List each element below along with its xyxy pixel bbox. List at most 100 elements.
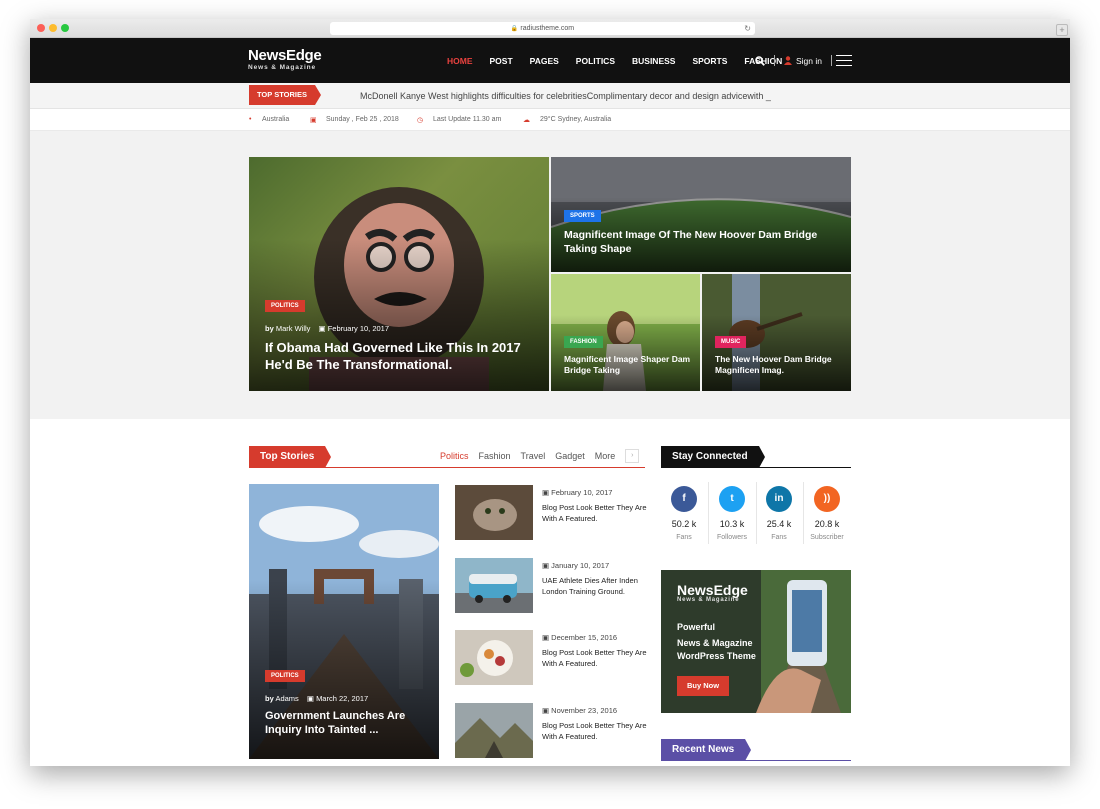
nav-item-politics[interactable]: POLITICS xyxy=(576,56,615,66)
social-count: 25.4 k xyxy=(766,519,792,529)
post-date: ▣ December 15, 2016 xyxy=(542,633,618,642)
category-tag[interactable]: POLITICS xyxy=(265,670,305,682)
hero-main-card[interactable]: POLITICS by Mark Willy ▣ February 10, 20… xyxy=(249,157,549,391)
theme-ad-banner[interactable]: NewsEdge News & Magazine Powerful News &… xyxy=(661,570,851,713)
van-thumbnail xyxy=(455,558,533,613)
last-update-text: Last Update 11.30 am xyxy=(433,116,502,123)
tab-fashion[interactable]: Fashion xyxy=(479,451,511,461)
site-logo[interactable]: NewsEdge News & Magazine xyxy=(248,47,322,71)
feature-title[interactable]: Government Launches Are Inquiry Into Tai… xyxy=(265,709,430,738)
nav-item-business[interactable]: BUSINESS xyxy=(632,56,675,66)
ad-line-2: News & Magazine xyxy=(677,638,753,648)
social-facebook[interactable]: f 50.2 k Fans xyxy=(661,486,707,541)
hero-top-right-card[interactable]: SPORTS Magnificent Image Of The New Hoov… xyxy=(551,157,851,272)
close-window-icon[interactable] xyxy=(37,24,45,32)
nav-actions: Sign in xyxy=(755,38,841,83)
cloud-icon: ☁ xyxy=(523,117,530,124)
top-stories-tabs: Politics Fashion Travel Gadget More › xyxy=(440,449,640,463)
hero-bottom-right-card[interactable]: MUSIC The New Hoover Dam Bridge Magnific… xyxy=(702,274,851,391)
post-title[interactable]: Blog Post Look Better They Are With A Fe… xyxy=(542,720,647,743)
kitten-thumbnail xyxy=(455,485,533,540)
ad-logo-title: NewsEdge xyxy=(677,582,748,598)
tab-gadget[interactable]: Gadget xyxy=(555,451,585,461)
tab-politics[interactable]: Politics xyxy=(440,451,469,461)
url-text: radiustheme.com xyxy=(520,25,575,32)
top-stories-label: TOP STORIES xyxy=(249,85,321,105)
hero-bottom-right-title[interactable]: The New Hoover Dam Bridge Magnificen Ima… xyxy=(715,354,845,376)
list-item[interactable]: ▣ November 23, 2016 Blog Post Look Bette… xyxy=(455,703,647,761)
nav-item-home[interactable]: HOME xyxy=(447,56,473,66)
section-title: Stay Connected xyxy=(661,446,765,468)
category-tag[interactable]: SPORTS xyxy=(564,210,601,222)
category-tag[interactable]: POLITICS xyxy=(265,300,305,312)
post-date: March 22, 2017 xyxy=(316,694,369,703)
browser-window: 🔒 radiustheme.com ↻ + NewsEdge News & Mag… xyxy=(30,19,1070,766)
social-label: Fans xyxy=(676,534,692,541)
logo-title: NewsEdge xyxy=(248,47,322,64)
reload-icon[interactable]: ↻ xyxy=(744,22,751,35)
hero-top-right-title[interactable]: Magnificent Image Of The New Hoover Dam … xyxy=(564,229,824,256)
facebook-icon[interactable]: f xyxy=(671,486,697,512)
hero-main-meta: by Mark Willy ▣ February 10, 2017 xyxy=(265,324,389,333)
social-linkedin[interactable]: in 25.4 k Fans xyxy=(756,486,802,541)
social-label: Fans xyxy=(771,534,787,541)
calendar-icon: ▣ xyxy=(318,324,326,333)
category-tag[interactable]: MUSIC xyxy=(715,336,747,348)
top-stories-feature-card[interactable]: POLITICS by Adams ▣ March 22, 2017 Gover… xyxy=(249,484,439,759)
post-title[interactable]: Blog Post Look Better They Are With A Fe… xyxy=(542,502,647,525)
author-name[interactable]: Adams xyxy=(275,694,298,703)
nav-item-sports[interactable]: SPORTS xyxy=(692,56,727,66)
post-title[interactable]: UAE Athlete Dies After Inden London Trai… xyxy=(542,575,647,598)
social-rss[interactable]: )) 20.8 k Subscriber xyxy=(804,486,850,541)
section-title: Top Stories xyxy=(249,446,332,468)
list-item[interactable]: ▣ January 10, 2017 UAE Athlete Dies Afte… xyxy=(455,558,645,616)
nav-item-post[interactable]: POST xyxy=(490,56,513,66)
hero-main-title[interactable]: If Obama Had Governed Like This In 2017 … xyxy=(265,340,525,374)
page-background: 🔒 radiustheme.com ↻ + NewsEdge News & Mag… xyxy=(0,0,1100,809)
tab-more[interactable]: More xyxy=(595,451,616,461)
address-bar[interactable]: 🔒 radiustheme.com ↻ xyxy=(330,22,755,35)
twitter-icon[interactable]: t xyxy=(719,486,745,512)
by-label: by xyxy=(265,694,274,703)
food-thumbnail xyxy=(455,630,533,685)
ad-line-3: WordPress Theme xyxy=(677,651,756,661)
hero-bottom-left-title[interactable]: Magnificent Image Shaper Dam Bridge Taki… xyxy=(564,354,694,376)
maximize-window-icon[interactable] xyxy=(61,24,69,32)
calendar-icon: ▣ xyxy=(542,488,552,497)
new-tab-button[interactable]: + xyxy=(1056,24,1068,36)
hamburger-menu-icon[interactable] xyxy=(836,55,852,66)
list-item[interactable]: ▣ February 10, 2017 Blog Post Look Bette… xyxy=(455,485,647,543)
calendar-icon: ▣ xyxy=(542,633,552,642)
post-date: ▣ January 10, 2017 xyxy=(542,561,610,570)
section-title: Recent News xyxy=(661,739,752,761)
location-text: Australia xyxy=(262,116,290,123)
weather-text: 29°C Sydney, Australia xyxy=(540,116,612,123)
hero-bottom-left-card[interactable]: FASHION Magnificent Image Shaper Dam Bri… xyxy=(551,274,700,391)
main-navbar: NewsEdge News & Magazine HOME POST PAGES… xyxy=(30,38,1070,83)
category-tag[interactable]: FASHION xyxy=(564,336,603,348)
breaking-news-bar: TOP STORIES McDonell Kanye West highligh… xyxy=(30,83,1070,109)
lock-icon: 🔒 xyxy=(510,26,519,32)
calendar-icon: ▣ xyxy=(542,561,552,570)
feature-meta: by Adams ▣ March 22, 2017 xyxy=(265,694,368,703)
news-ticker-text[interactable]: McDonell Kanye West highlights difficult… xyxy=(360,91,771,101)
linkedin-icon[interactable]: in xyxy=(766,486,792,512)
buy-now-button[interactable]: Buy Now xyxy=(677,676,729,696)
social-twitter[interactable]: t 10.3 k Followers xyxy=(709,486,755,541)
chevron-right-icon[interactable]: › xyxy=(625,449,640,463)
author-name[interactable]: Mark Willy xyxy=(276,324,311,333)
social-label: Subscriber xyxy=(810,534,844,541)
nav-item-pages[interactable]: PAGES xyxy=(530,56,559,66)
clock-icon: ◷ xyxy=(417,117,424,124)
image-shade xyxy=(551,314,700,391)
minimize-window-icon[interactable] xyxy=(49,24,57,32)
rss-icon[interactable]: )) xyxy=(814,486,840,512)
post-title[interactable]: Blog Post Look Better They Are With A Fe… xyxy=(542,647,647,670)
list-item[interactable]: ▣ December 15, 2016 Blog Post Look Bette… xyxy=(455,630,647,688)
tab-travel[interactable]: Travel xyxy=(521,451,546,461)
date-text: Sunday , Feb 25 , 2018 xyxy=(326,116,399,123)
signin-link[interactable]: Sign in xyxy=(796,56,822,66)
info-bar: • Australia ▣ Sunday , Feb 25 , 2018 ◷ L… xyxy=(30,109,1070,131)
ad-line-1: Powerful xyxy=(677,622,716,632)
search-icon[interactable] xyxy=(755,55,765,66)
